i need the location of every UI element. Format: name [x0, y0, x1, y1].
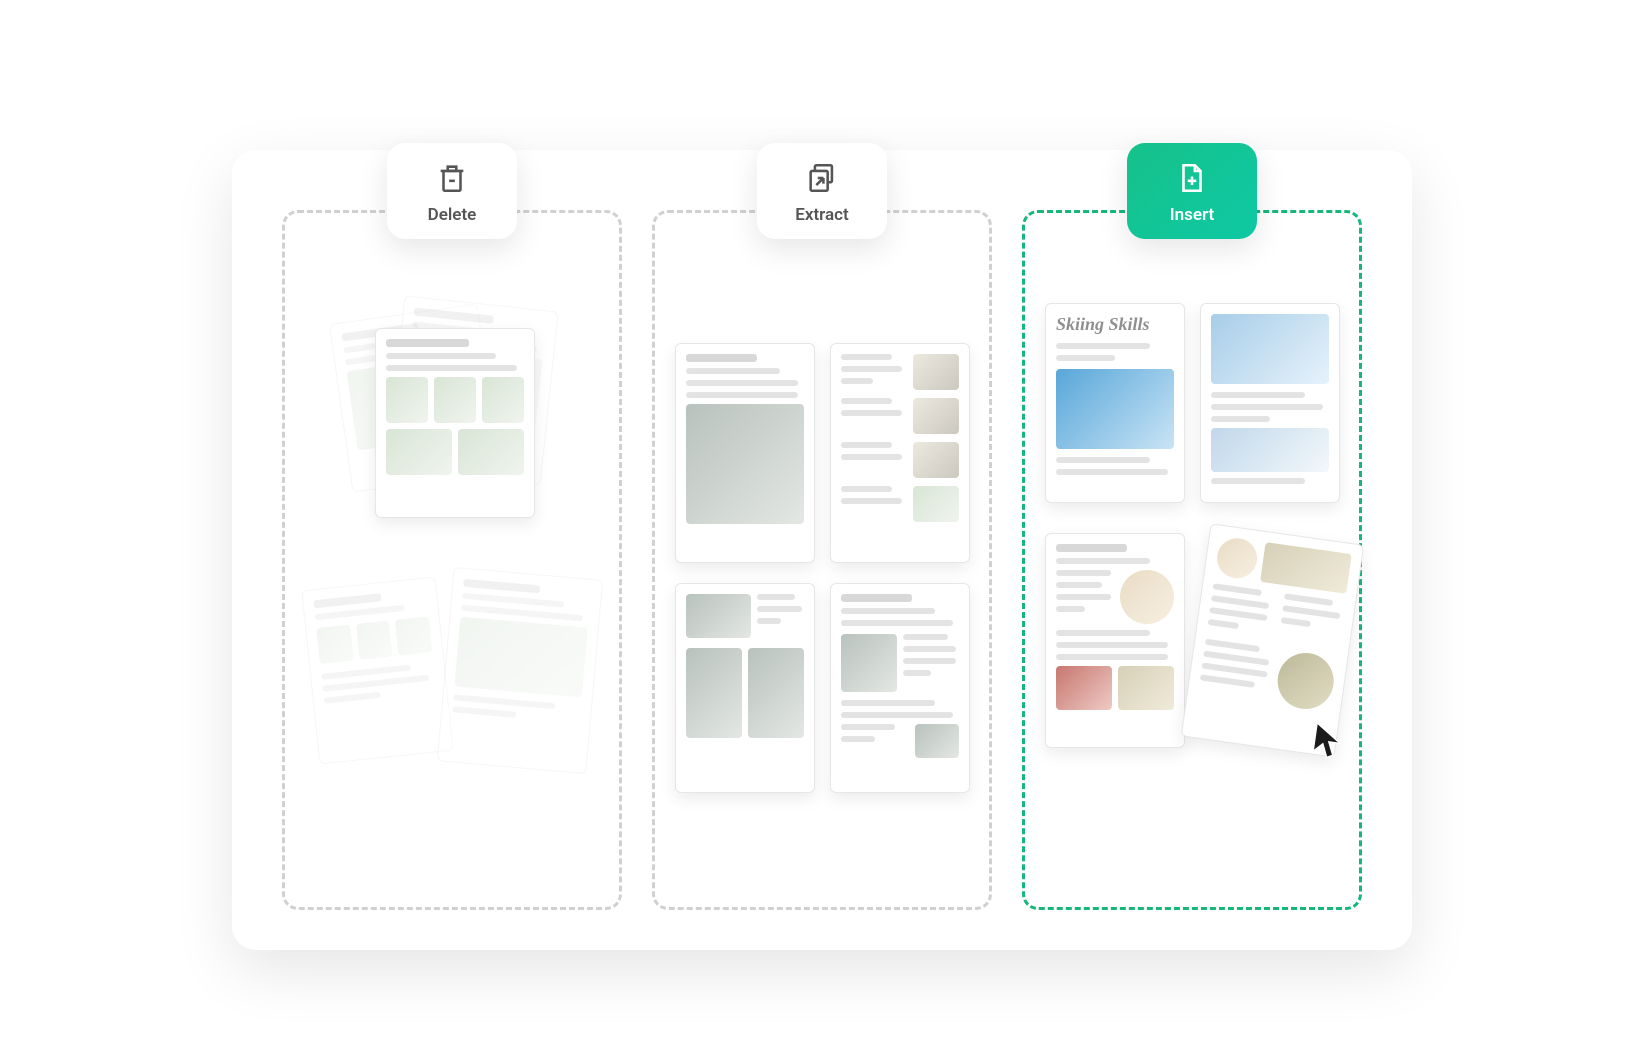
cursor-icon [1306, 719, 1348, 768]
extract-label: Extract [787, 205, 857, 225]
page-thumbnail[interactable] [1200, 303, 1340, 503]
page-thumbnail[interactable] [830, 343, 970, 563]
faded-page [301, 576, 454, 764]
page-thumbnail[interactable] [675, 583, 815, 793]
page-card-title: Skiing Skills [1056, 314, 1174, 335]
delete-panel: Delete [282, 210, 622, 910]
page-thumbnail[interactable] [375, 328, 535, 518]
dragged-page[interactable] [1181, 523, 1364, 757]
insert-panel: Insert Skiing Skills [1022, 210, 1362, 910]
main-card: Delete [232, 150, 1412, 950]
insert-label: Insert [1157, 205, 1227, 225]
page-thumbnail[interactable] [1045, 533, 1185, 748]
extract-arrow-icon [787, 161, 857, 195]
page-thumbnail[interactable] [675, 343, 815, 563]
delete-tab[interactable]: Delete [387, 143, 517, 239]
faded-page [437, 567, 603, 774]
delete-label: Delete [417, 205, 487, 225]
extract-tab[interactable]: Extract [757, 143, 887, 239]
insert-tab[interactable]: Insert [1127, 143, 1257, 239]
trash-minus-icon [417, 161, 487, 195]
extract-panel: Extract [652, 210, 992, 910]
page-thumbnail[interactable]: Skiing Skills [1045, 303, 1185, 503]
page-plus-icon [1157, 161, 1227, 195]
page-thumbnail[interactable] [830, 583, 970, 793]
